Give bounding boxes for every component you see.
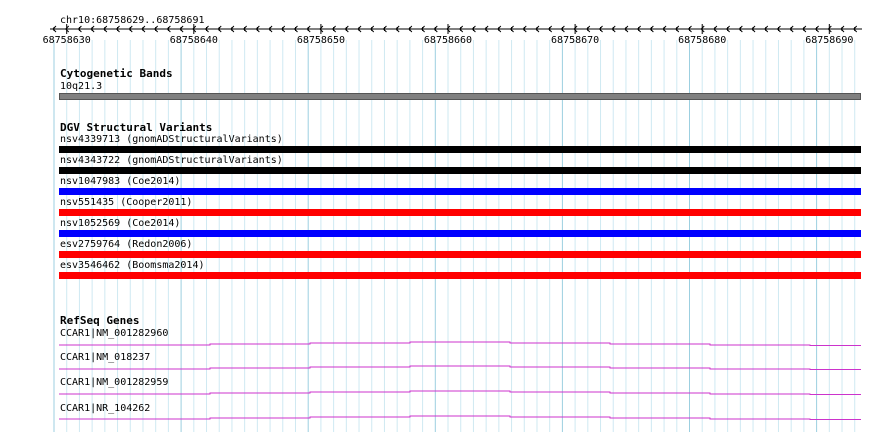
gene-feature-lines[interactable]	[0, 0, 890, 432]
gene-feature-line	[59, 390, 861, 395]
genome-browser-view: chr10:68758629..68758691 68758630 6875864…	[0, 0, 890, 432]
gene-feature-line	[59, 365, 861, 370]
gene-feature-line	[59, 415, 861, 420]
gene-feature-line	[59, 341, 861, 346]
